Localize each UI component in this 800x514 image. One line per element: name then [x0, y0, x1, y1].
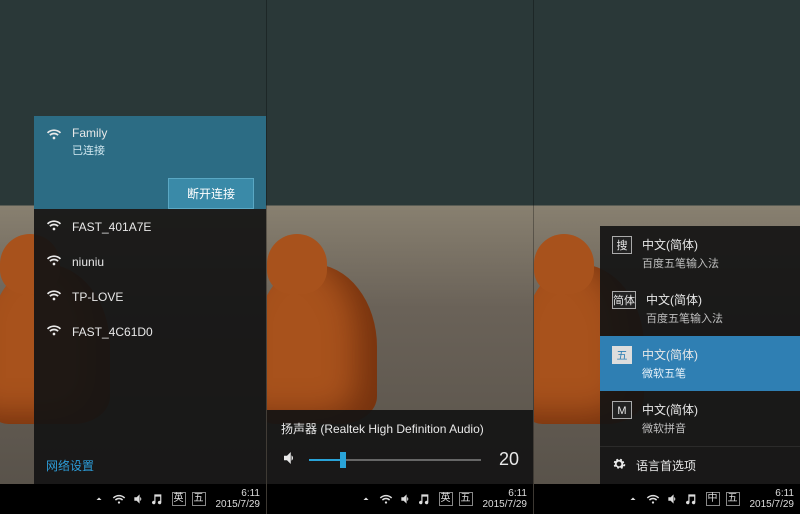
ime-title: 中文(简体): [642, 401, 698, 418]
clock-date: 2015/7/29: [483, 499, 528, 510]
system-tray: 英 五: [92, 492, 206, 506]
ime-subtitle: 百度五笔输入法: [642, 255, 719, 271]
ime-item[interactable]: M 中文(简体) 微软拼音: [600, 391, 800, 446]
wifi-settings-link[interactable]: 网络设置: [34, 447, 266, 484]
gear-icon: [612, 457, 626, 474]
volume-value: 20: [491, 449, 519, 470]
taskbar-clock[interactable]: 6:11 2015/7/29: [212, 488, 261, 510]
wifi-tray-icon[interactable]: [646, 492, 660, 506]
ime-prefs-label: 语言首选项: [636, 457, 696, 474]
ime-title: 中文(简体): [642, 346, 698, 363]
wifi-tray-icon[interactable]: [379, 492, 393, 506]
taskbar: 中 五 6:11 2015/7/29: [534, 484, 800, 514]
clock-date: 2015/7/29: [750, 499, 795, 510]
wallpaper-cat: [267, 264, 377, 424]
system-tray: 英 五: [359, 492, 473, 506]
wifi-ssid: FAST_401A7E: [72, 220, 151, 234]
wifi-icon: [46, 126, 62, 145]
ime-badge: 简体: [612, 291, 636, 309]
taskbar: 英 五 6:11 2015/7/29: [0, 484, 266, 514]
ime-lang-indicator[interactable]: 中: [706, 492, 720, 506]
tray-overflow-icon[interactable]: [92, 492, 106, 506]
ime-lang-indicator[interactable]: 英: [439, 492, 453, 506]
clock-time: 6:11: [216, 488, 261, 499]
volume-flyout: 扬声器 (Realtek High Definition Audio) 20: [267, 410, 533, 484]
speaker-icon[interactable]: [281, 449, 299, 470]
wifi-status: 已连接: [72, 142, 107, 158]
ime-mode-indicator[interactable]: 五: [726, 492, 740, 506]
volume-slider[interactable]: [309, 459, 481, 461]
system-tray: 中 五: [626, 492, 740, 506]
taskbar-clock[interactable]: 6:11 2015/7/29: [479, 488, 528, 510]
desktop-panel-ime: 搜 中文(简体) 百度五笔输入法 简体 中文(简体) 百度五笔输入法 五 中文(…: [534, 0, 800, 514]
wifi-icon: [46, 322, 62, 341]
ime-item[interactable]: 搜 中文(简体) 百度五笔输入法: [600, 226, 800, 281]
clock-time: 6:11: [750, 488, 795, 499]
wifi-ssid: TP-LOVE: [72, 290, 123, 304]
action-center-icon[interactable]: [686, 492, 700, 506]
ime-lang-indicator[interactable]: 英: [172, 492, 186, 506]
clock-date: 2015/7/29: [216, 499, 261, 510]
volume-slider-thumb[interactable]: [340, 452, 346, 468]
ime-item[interactable]: 简体 中文(简体) 百度五笔输入法: [600, 281, 800, 336]
volume-tray-icon[interactable]: [132, 492, 146, 506]
volume-tray-icon[interactable]: [399, 492, 413, 506]
wifi-flyout: Family 已连接 断开连接 FAST_401A7E niuniu TP-LO…: [34, 116, 266, 484]
wifi-ssid: niuniu: [72, 255, 104, 269]
tray-overflow-icon[interactable]: [359, 492, 373, 506]
wifi-tray-icon[interactable]: [112, 492, 126, 506]
wifi-ssid: Family: [72, 126, 107, 140]
ime-subtitle: 微软五笔: [642, 365, 698, 381]
volume-tray-icon[interactable]: [666, 492, 680, 506]
clock-time: 6:11: [483, 488, 528, 499]
volume-device-label[interactable]: 扬声器 (Realtek High Definition Audio): [281, 420, 519, 437]
wifi-icon: [46, 287, 62, 306]
ime-mode-indicator[interactable]: 五: [192, 492, 206, 506]
ime-title: 中文(简体): [646, 291, 723, 308]
ime-badge: 五: [612, 346, 632, 364]
wifi-network-item[interactable]: TP-LOVE: [34, 279, 266, 314]
action-center-icon[interactable]: [419, 492, 433, 506]
ime-subtitle: 百度五笔输入法: [646, 310, 723, 326]
wifi-disconnect-button[interactable]: 断开连接: [168, 178, 254, 209]
tray-overflow-icon[interactable]: [626, 492, 640, 506]
ime-mode-indicator[interactable]: 五: [459, 492, 473, 506]
ime-subtitle: 微软拼音: [642, 420, 698, 436]
ime-badge: 搜: [612, 236, 632, 254]
taskbar: 英 五 6:11 2015/7/29: [267, 484, 533, 514]
wifi-network-item[interactable]: FAST_401A7E: [34, 209, 266, 244]
desktop-panel-wifi: Family 已连接 断开连接 FAST_401A7E niuniu TP-LO…: [0, 0, 267, 514]
ime-badge: M: [612, 401, 632, 419]
wifi-icon: [46, 252, 62, 271]
action-center-icon[interactable]: [152, 492, 166, 506]
volume-slider-fill: [309, 459, 343, 461]
ime-item[interactable]: 五 中文(简体) 微软五笔: [600, 336, 800, 391]
desktop-panel-volume: 扬声器 (Realtek High Definition Audio) 20 英…: [267, 0, 534, 514]
wifi-network-item[interactable]: niuniu: [34, 244, 266, 279]
ime-prefs-link[interactable]: 语言首选项: [600, 446, 800, 484]
wifi-icon: [46, 217, 62, 236]
wifi-ssid: FAST_4C61D0: [72, 325, 153, 339]
ime-flyout: 搜 中文(简体) 百度五笔输入法 简体 中文(简体) 百度五笔输入法 五 中文(…: [600, 226, 800, 484]
wifi-network-item[interactable]: FAST_4C61D0: [34, 314, 266, 349]
wifi-connected-item[interactable]: Family 已连接 断开连接: [34, 116, 266, 209]
taskbar-clock[interactable]: 6:11 2015/7/29: [746, 488, 795, 510]
ime-title: 中文(简体): [642, 236, 719, 253]
